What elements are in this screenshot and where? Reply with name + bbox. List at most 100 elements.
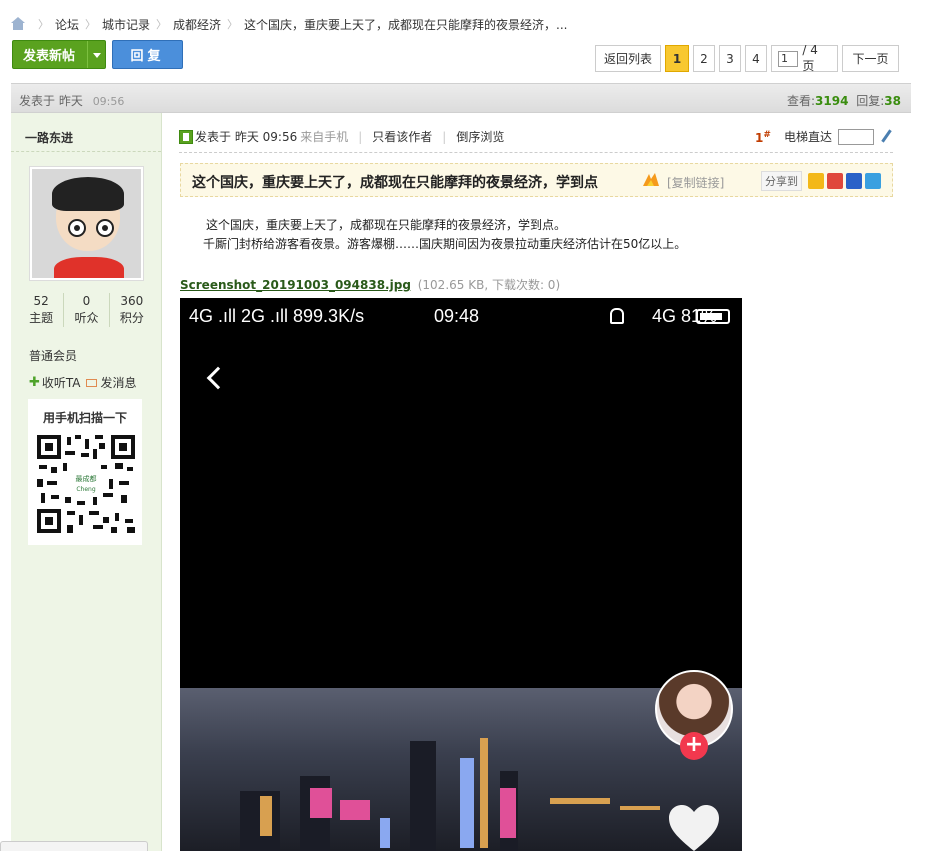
plus-icon: ✚ bbox=[29, 375, 40, 390]
stat-label: 积分 bbox=[119, 311, 144, 325]
message-link[interactable]: 发消息 bbox=[101, 374, 137, 391]
thread-posted: 发表于 昨天 09:56 bbox=[19, 92, 124, 109]
go-icon[interactable] bbox=[878, 129, 894, 145]
elevator: 电梯直达 bbox=[784, 128, 894, 145]
page-jump: 1 / 4 页 bbox=[771, 43, 838, 73]
post-time: 发表于 昨天 09:56 bbox=[195, 130, 298, 144]
home-icon[interactable] bbox=[10, 17, 26, 31]
post-via: 来自手机 bbox=[300, 130, 349, 144]
mail-icon bbox=[85, 378, 97, 387]
post-title-box: 这个国庆，重庆要上天了，成都现在只能摩拜的夜景经济，学到点 [复制链接] 分享到 bbox=[180, 163, 893, 197]
phone-time: 09:48 bbox=[434, 306, 480, 326]
back-to-list-button[interactable]: 返回列表 bbox=[595, 45, 661, 72]
pagination: 返回列表 1 2 3 4 1 / 4 页 下一页 bbox=[591, 43, 899, 73]
follow-link[interactable]: 收听TA bbox=[42, 374, 81, 391]
author-actions: ✚ 收听TA 发消息 bbox=[29, 374, 137, 391]
chevron-right-icon: 〉 bbox=[156, 18, 168, 31]
weibo-icon[interactable] bbox=[827, 173, 843, 189]
new-post-label: 发表新帖 bbox=[23, 49, 76, 64]
stat-topics[interactable]: 52 主题 bbox=[19, 293, 63, 327]
page-4[interactable]: 4 bbox=[745, 45, 767, 72]
post-title: 这个国庆，重庆要上天了，成都现在只能摩拜的夜景经济，学到点 bbox=[192, 175, 598, 191]
bottom-tab[interactable] bbox=[0, 841, 148, 851]
user-group: 普通会员 bbox=[29, 349, 78, 363]
floor-mark: # bbox=[763, 130, 771, 140]
heart-icon bbox=[669, 805, 719, 851]
copy-link[interactable]: [复制链接] bbox=[667, 174, 724, 191]
chevron-right-icon: 〉 bbox=[227, 18, 239, 31]
views-label: 查看: bbox=[786, 94, 816, 108]
stat-value: 0 bbox=[82, 294, 91, 308]
replies-label: 回复: bbox=[856, 94, 885, 108]
stat-value: 52 bbox=[33, 294, 49, 308]
avatar-image bbox=[32, 169, 141, 278]
page-1[interactable]: 1 bbox=[665, 45, 689, 72]
stat-label: 主题 bbox=[29, 311, 54, 325]
breadcrumb-chengdu-economy[interactable]: 成都经济 bbox=[173, 16, 221, 33]
post-body-line: 千厮门封桥给游客看夜景。游客爆棚……国庆期间因为夜景拉动重庆经济估计在50亿以上… bbox=[203, 237, 687, 251]
divider bbox=[11, 151, 161, 152]
views-count: 3194 bbox=[815, 94, 849, 108]
share-label: 分享到 bbox=[761, 171, 802, 191]
baidu-icon[interactable] bbox=[846, 173, 862, 189]
divider: | bbox=[442, 129, 447, 144]
author-panel: 一路东进 52 主题 0 听众 360 积分 普通会员 ✚ 收听TA 发消息 用… bbox=[11, 113, 162, 851]
battery-icon bbox=[696, 309, 730, 324]
qr-code-box: 用手机扫描一下 最成都 Cheng bbox=[28, 399, 142, 545]
back-arrow-icon bbox=[206, 366, 230, 390]
only-author-link[interactable]: 只看该作者 bbox=[372, 128, 432, 145]
author-name[interactable]: 一路东进 bbox=[25, 129, 73, 146]
thread-stats: 查看:3194 回复:38 bbox=[787, 92, 901, 109]
posted-label: 发表于 bbox=[19, 94, 56, 108]
post-meta: 发表于 昨天 09:56 来自手机 | 只看该作者 | 倒序浏览 bbox=[179, 128, 504, 145]
reverse-order-link[interactable]: 倒序浏览 bbox=[456, 128, 504, 145]
attachment-meta: (102.65 KB, 下载次数: 0) bbox=[417, 278, 561, 292]
post-body-line: 这个国庆，重庆要上天了，成都现在只能摩拜的夜景经济，学到点。 bbox=[206, 218, 567, 232]
qr-code-icon: 最成都 Cheng bbox=[37, 435, 135, 533]
divider bbox=[179, 152, 893, 153]
breadcrumb: 〉 论坛 〉 城市记录 〉 成都经济 〉 这个国庆，重庆要上天了，成都现在只能摩… bbox=[10, 14, 568, 34]
replies-count: 38 bbox=[884, 94, 901, 108]
new-post-button[interactable]: 发表新帖 bbox=[12, 40, 106, 69]
dropdown-arrow-icon[interactable] bbox=[87, 41, 105, 68]
hot-icon bbox=[643, 173, 659, 186]
stat-listeners[interactable]: 0 听众 bbox=[63, 293, 108, 327]
network-status: 4G .ıll 2G .ıll 899.3K/s bbox=[189, 306, 365, 326]
follow-plus-icon: + bbox=[680, 732, 708, 760]
posted-time: 09:56 bbox=[92, 95, 125, 108]
elevator-label: 电梯直达 bbox=[784, 130, 833, 144]
page-3[interactable]: 3 bbox=[719, 45, 741, 72]
chevron-right-icon: 〉 bbox=[85, 18, 97, 31]
post-body: 这个国庆，重庆要上天了，成都现在只能摩拜的夜景经济，学到点。 千厮门封桥给游客看… bbox=[203, 216, 687, 254]
attachment-link[interactable]: Screenshot_20191003_094838.jpg bbox=[180, 278, 411, 292]
page-jump-input[interactable]: 1 bbox=[778, 50, 799, 67]
qr-logo-subtext: Cheng bbox=[76, 486, 95, 493]
breadcrumb-forum[interactable]: 论坛 bbox=[55, 16, 79, 33]
attachment-image[interactable]: 4G .ıll 2G .ıll 899.3K/s 09:48 4G 81% + bbox=[180, 298, 742, 851]
avatar[interactable] bbox=[29, 166, 144, 281]
qq-icon[interactable] bbox=[865, 173, 881, 189]
floor-number[interactable]: 1# bbox=[755, 130, 771, 145]
qzone-icon[interactable] bbox=[808, 173, 824, 189]
breadcrumb-thread[interactable]: 这个国庆，重庆要上天了，成都现在只能摩拜的夜景经济，... bbox=[244, 16, 567, 33]
stat-value: 360 bbox=[120, 294, 144, 308]
breadcrumb-city-records[interactable]: 城市记录 bbox=[102, 16, 150, 33]
thread-info-bar: 发表于 昨天 09:56 查看:3194 回复:38 bbox=[11, 83, 911, 113]
stat-label: 听众 bbox=[74, 311, 99, 325]
qr-logo-text: 最成都 bbox=[76, 474, 97, 483]
page-2[interactable]: 2 bbox=[693, 45, 715, 72]
elevator-input[interactable] bbox=[838, 128, 875, 145]
author-stats: 52 主题 0 听众 360 积分 bbox=[19, 293, 154, 327]
mobile-icon bbox=[179, 129, 193, 144]
page-total: / 4 页 bbox=[802, 43, 818, 73]
reply-button[interactable]: 回复 bbox=[112, 40, 183, 69]
qr-title: 用手机扫描一下 bbox=[42, 411, 127, 425]
divider: | bbox=[358, 129, 363, 144]
chevron-right-icon: 〉 bbox=[38, 18, 49, 31]
share-bar: 分享到 bbox=[761, 171, 884, 191]
posted-day: 昨天 bbox=[58, 94, 83, 108]
stat-points[interactable]: 360 积分 bbox=[108, 293, 154, 327]
mute-icon bbox=[610, 308, 624, 324]
next-page-button[interactable]: 下一页 bbox=[842, 45, 899, 72]
attachment: Screenshot_20191003_094838.jpg (102.65 K… bbox=[180, 276, 560, 293]
